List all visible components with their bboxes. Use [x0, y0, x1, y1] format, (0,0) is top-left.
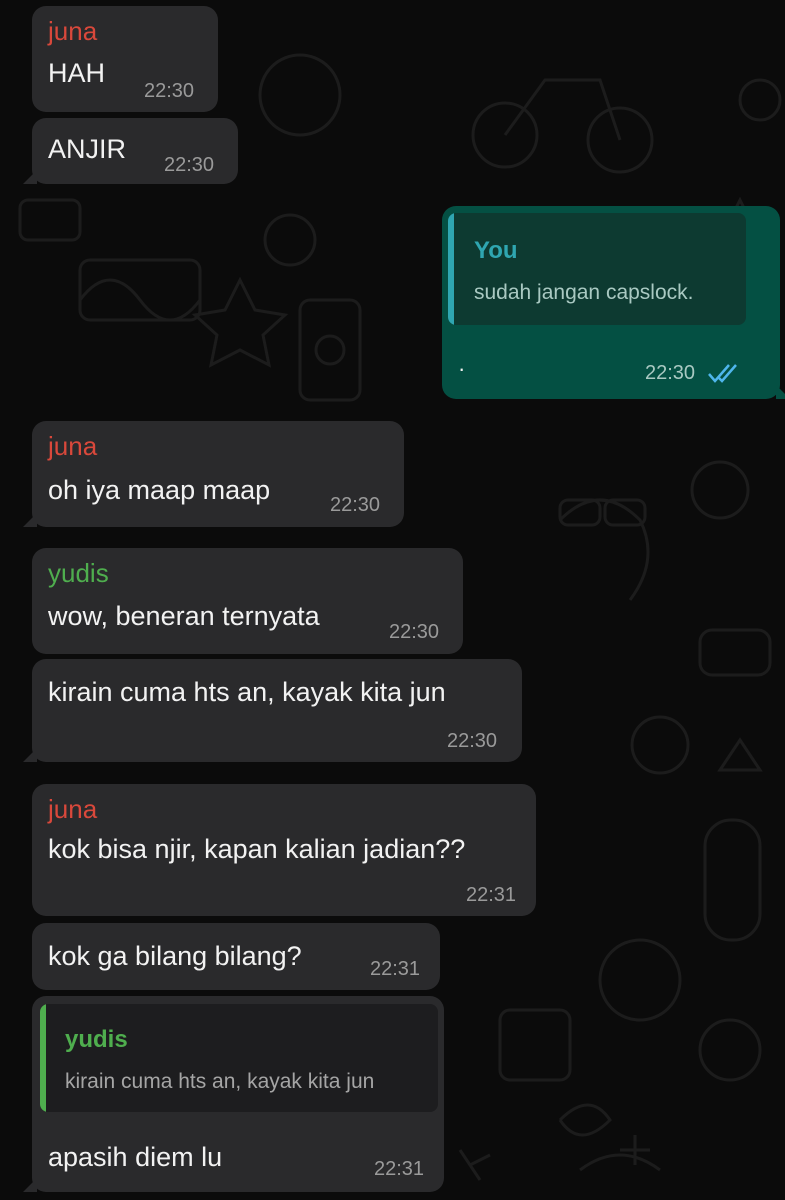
message-bubble-kok-ga-bilang[interactable]: kok ga bilang bilang? 22:31 [32, 923, 440, 990]
sender-name: juna [48, 794, 98, 824]
message-text: HAH [48, 58, 106, 88]
message-time: 22:31 [374, 1158, 425, 1180]
message-bubble-juna-hah[interactable]: juna HAH 22:30 [32, 6, 218, 112]
quote-sender-name: yudis [65, 1026, 128, 1053]
message-time: 22:30 [144, 80, 195, 102]
message-time: 22:30 [330, 494, 381, 516]
message-bubble-juna-kok-bisa[interactable]: juna kok bisa njir, kapan kalian jadian?… [32, 784, 536, 916]
message-bubble-anjir[interactable]: ANJIR 22:30 [23, 118, 238, 184]
message-text: apasih diem lu [48, 1142, 223, 1172]
message-time: 22:30 [389, 621, 440, 643]
message-text: kok ga bilang bilang? [48, 941, 302, 971]
message-text: oh iya maap maap [48, 475, 271, 505]
message-bubble-juna-maap[interactable]: juna oh iya maap maap 22:30 [23, 421, 404, 527]
message-text: kirain cuma hts an, kayak kita jun [48, 677, 446, 707]
message-time: 22:30 [164, 154, 215, 176]
message-bubble-yudis-wow[interactable]: yudis wow, beneran ternyata 22:30 [32, 548, 463, 654]
bubble-tail [23, 513, 37, 527]
double-check-icon [708, 364, 737, 383]
message-time: 22:31 [466, 884, 517, 906]
quote-accent-bar [448, 213, 454, 325]
quote-sender-name: You [474, 237, 518, 264]
message-text: ANJIR [48, 134, 127, 164]
quote-text: sudah jangan capslock. [474, 281, 694, 304]
message-time: 22:31 [370, 958, 421, 980]
message-text: kok bisa njir, kapan kalian jadian?? [48, 834, 466, 864]
message-bubble-apasih[interactable]: yudis kirain cuma hts an, kayak kita jun… [23, 996, 444, 1192]
quoted-message[interactable]: yudis kirain cuma hts an, kayak kita jun [40, 1004, 438, 1112]
bubble-tail [23, 170, 37, 184]
quote-text: kirain cuma hts an, kayak kita jun [65, 1070, 375, 1093]
message-bubble-outgoing-reply[interactable]: You sudah jangan capslock. · 22:30 [442, 206, 785, 399]
sender-name: juna [48, 431, 98, 461]
bubble-tail [23, 1178, 37, 1192]
message-bubble-kirain[interactable]: kirain cuma hts an, kayak kita jun 22:30 [23, 659, 522, 762]
bubble-tail [776, 385, 785, 399]
bubble-tail [23, 748, 37, 762]
sender-name: yudis [48, 558, 109, 588]
message-time: 22:30 [447, 730, 498, 752]
message-time: 22:30 [645, 362, 696, 384]
quoted-message[interactable]: You sudah jangan capslock. [448, 213, 746, 325]
message-text: wow, beneran ternyata [48, 601, 320, 631]
message-text: · [458, 356, 466, 381]
sender-name: juna [48, 16, 98, 46]
quote-accent-bar [40, 1004, 46, 1112]
